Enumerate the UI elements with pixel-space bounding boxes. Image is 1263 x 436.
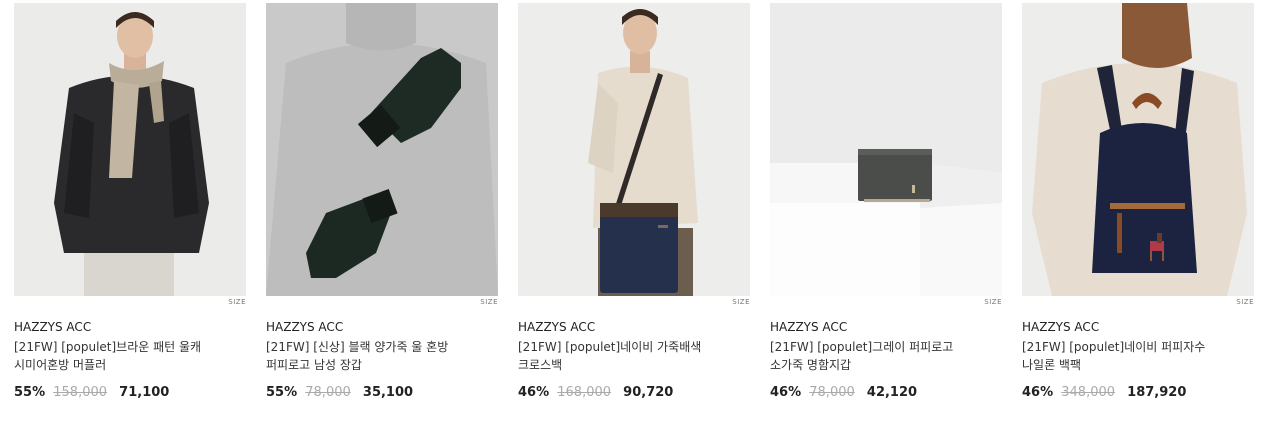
product-brand[interactable]: HAZZYS ACC: [770, 320, 847, 334]
product-price: 46% 348,000 187,920: [1022, 385, 1186, 400]
product-name[interactable]: [21FW] [populet]네이비 퍼피자수 나일론 백팩: [1022, 338, 1254, 374]
discount-rate: 55%: [266, 385, 298, 400]
discount-rate: 55%: [14, 385, 46, 400]
product-price: 46% 78,000 42,120: [770, 385, 917, 400]
size-label: SIZE: [984, 298, 1002, 306]
product-price: 55% 158,000 71,100: [14, 385, 169, 400]
product-image[interactable]: [518, 3, 750, 296]
product-brand[interactable]: HAZZYS ACC: [518, 320, 595, 334]
product-name-line: [21FW] [신상] 블랙 양가죽 울 혼방: [266, 340, 449, 354]
product-name-line: 퍼피로고 남성 장갑: [266, 358, 362, 372]
product-name[interactable]: [21FW] [신상] 블랙 양가죽 울 혼방 퍼피로고 남성 장갑: [266, 338, 498, 374]
product-card[interactable]: SIZE HAZZYS ACC [21FW] [populet]네이비 가죽배색…: [518, 3, 750, 400]
discount-rate: 46%: [770, 385, 802, 400]
sale-price: 90,720: [623, 385, 674, 400]
original-price: 168,000: [557, 385, 612, 400]
product-name[interactable]: [21FW] [populet]네이비 가죽배색 크로스백: [518, 338, 750, 374]
product-name-line: [21FW] [populet]네이비 퍼피자수: [1022, 340, 1206, 354]
product-name-line: [21FW] [populet]브라운 패턴 울캐: [14, 340, 202, 354]
product-name-line: 크로스백: [518, 358, 563, 372]
product-card[interactable]: SIZE HAZZYS ACC [21FW] [populet]네이비 퍼피자수…: [1022, 3, 1254, 400]
product-name[interactable]: [21FW] [populet]브라운 패턴 울캐 시미어혼방 머플러: [14, 338, 246, 374]
product-grid: SIZE HAZZYS ACC [21FW] [populet]브라운 패턴 울…: [0, 0, 1263, 436]
product-brand[interactable]: HAZZYS ACC: [1022, 320, 1099, 334]
sale-price: 187,920: [1127, 385, 1187, 400]
product-image[interactable]: [266, 3, 498, 296]
original-price: 78,000: [305, 385, 351, 400]
product-name-line: [21FW] [populet]네이비 가죽배색: [518, 340, 702, 354]
product-price: 46% 168,000 90,720: [518, 385, 673, 400]
size-label: SIZE: [732, 298, 750, 306]
product-price: 55% 78,000 35,100: [266, 385, 413, 400]
size-label: SIZE: [228, 298, 246, 306]
product-image[interactable]: [14, 3, 246, 296]
original-price: 348,000: [1061, 385, 1116, 400]
discount-rate: 46%: [518, 385, 550, 400]
product-name-line: [21FW] [populet]그레이 퍼피로고: [770, 340, 954, 354]
product-card[interactable]: SIZE HAZZYS ACC [21FW] [신상] 블랙 양가죽 울 혼방 …: [266, 3, 498, 400]
product-brand[interactable]: HAZZYS ACC: [14, 320, 91, 334]
product-name[interactable]: [21FW] [populet]그레이 퍼피로고 소가죽 명함지갑: [770, 338, 1002, 374]
product-image[interactable]: [770, 3, 1002, 296]
discount-rate: 46%: [1022, 385, 1054, 400]
product-image[interactable]: [1022, 3, 1254, 296]
sale-price: 71,100: [119, 385, 170, 400]
product-name-line: 나일론 백팩: [1022, 358, 1082, 372]
size-label: SIZE: [480, 298, 498, 306]
product-name-line: 소가죽 명함지갑: [770, 358, 852, 372]
original-price: 78,000: [809, 385, 855, 400]
size-label: SIZE: [1236, 298, 1254, 306]
sale-price: 42,120: [866, 385, 918, 400]
original-price: 158,000: [53, 385, 108, 400]
product-brand[interactable]: HAZZYS ACC: [266, 320, 343, 334]
product-card[interactable]: SIZE HAZZYS ACC [21FW] [populet]브라운 패턴 울…: [14, 3, 246, 400]
product-name-line: 시미어혼방 머플러: [14, 358, 107, 372]
sale-price: 35,100: [362, 385, 414, 400]
product-card[interactable]: SIZE HAZZYS ACC [21FW] [populet]그레이 퍼피로고…: [770, 3, 1002, 400]
